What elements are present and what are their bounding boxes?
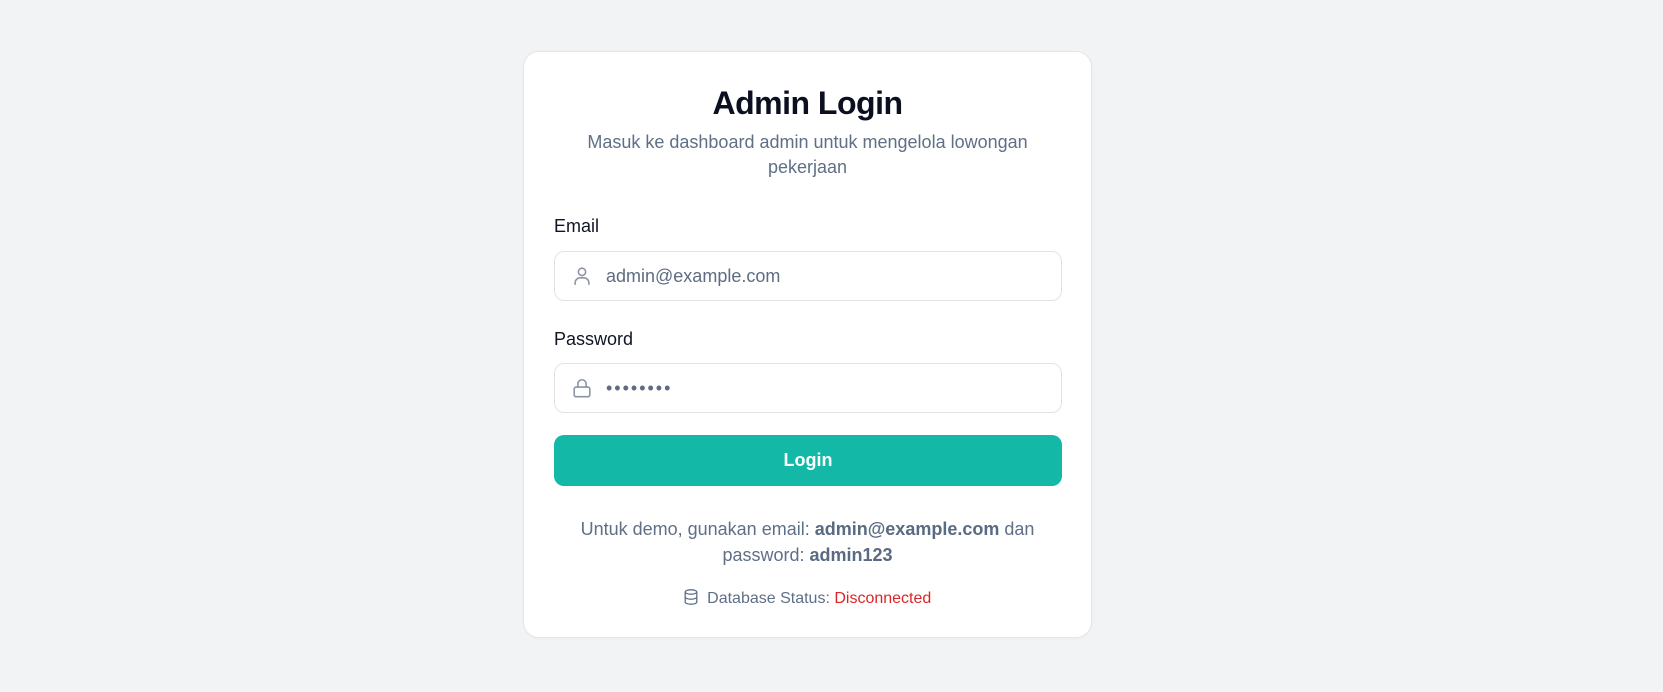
database-icon <box>684 589 698 605</box>
email-label: Email <box>554 216 600 236</box>
demo-hint-email: admin@example.com <box>814 519 1000 539</box>
email-field[interactable]: admin@example.com <box>554 251 1062 301</box>
page-title: Admin Login <box>712 85 903 121</box>
database-status-value: Disconnected <box>834 590 932 607</box>
password-value: •••••••• <box>606 378 673 398</box>
login-button[interactable]: Login <box>554 435 1062 486</box>
demo-hint-prefix: Untuk demo, gunakan email: <box>580 519 810 539</box>
page-subtitle: Masuk ke dashboard admin untuk mengelola… <box>587 132 1028 177</box>
login-card: Admin Login Masuk ke dashboard admin unt… <box>523 51 1092 638</box>
lock-icon <box>571 377 593 399</box>
demo-hint-password: admin123 <box>809 545 893 565</box>
password-label: Password <box>554 329 634 349</box>
database-status-label: Database Status: <box>707 590 830 607</box>
demo-hint: Untuk demo, gunakan email: admin@example… <box>554 516 1061 568</box>
user-icon <box>571 265 593 287</box>
database-status: Database Status: Disconnected <box>524 588 1091 610</box>
email-value: admin@example.com <box>606 266 781 286</box>
password-field[interactable]: •••••••• <box>554 363 1062 413</box>
